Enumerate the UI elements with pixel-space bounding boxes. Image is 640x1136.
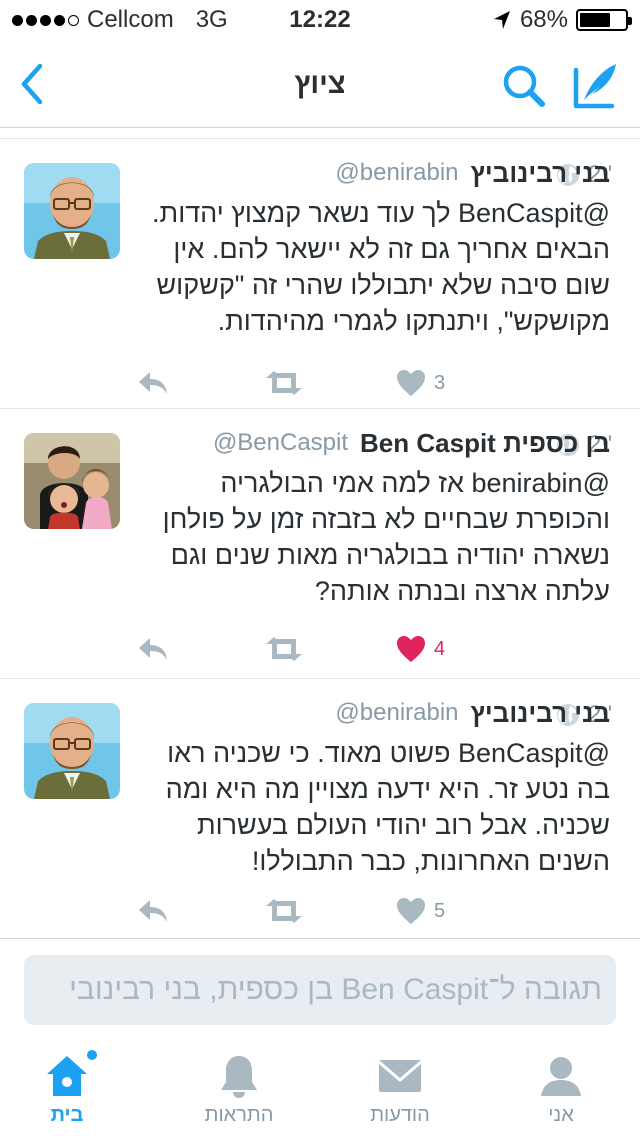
like-button[interactable]: 4	[396, 629, 445, 669]
tweet-actions: 3	[136, 363, 476, 403]
tweet-content: בן כספית Ben Caspit @BenCaspit @benirabi…	[134, 423, 610, 609]
tweet-thread: 2י' בני רבינוביץ @benirabin @BenCaspit ל…	[0, 128, 640, 940]
compose-quill-icon	[573, 64, 616, 109]
like-count: 4	[434, 637, 446, 660]
reply-button[interactable]	[136, 629, 170, 669]
location-arrow-icon	[493, 11, 510, 29]
user-handle[interactable]: @BenCaspit	[213, 429, 348, 457]
tab-label: אני	[548, 1104, 574, 1126]
display-name[interactable]: בן כספית Ben Caspit	[360, 428, 610, 459]
tab-label: הודעות	[370, 1104, 430, 1126]
tweet[interactable]: 2י' בן כספית Ben Caspit @BenCaspit @beni…	[0, 408, 640, 678]
retweet-button[interactable]	[264, 363, 304, 403]
retweet-icon	[266, 371, 302, 395]
tab-notifications[interactable]: התראות	[184, 1038, 294, 1136]
tab-label: בית	[50, 1104, 84, 1126]
search-button[interactable]	[500, 62, 548, 110]
reply-icon	[139, 900, 167, 922]
display-name[interactable]: בני רבינוביץ	[471, 158, 610, 189]
tweet-header: בני רבינוביץ @benirabin	[134, 153, 610, 193]
tweet-actions: 4	[136, 629, 476, 669]
avatar[interactable]	[24, 703, 120, 799]
retweet-icon	[266, 899, 302, 923]
avatar[interactable]	[24, 163, 120, 259]
retweet-button[interactable]	[264, 629, 304, 669]
home-icon	[43, 1050, 97, 1100]
avatar[interactable]	[24, 433, 120, 529]
search-icon	[503, 65, 545, 107]
reply-bar	[0, 938, 640, 1038]
tweet-header: בן כספית Ben Caspit @BenCaspit	[134, 423, 610, 463]
tab-me[interactable]: אני	[506, 1038, 616, 1136]
tab-bar: בית התראות הודעות אני	[0, 1038, 640, 1136]
tweet-text: @BenCaspit לך עוד נשאר קמצוץ יהדות. הבאי…	[152, 198, 610, 336]
compose-tweet-button[interactable]	[570, 60, 622, 112]
like-button[interactable]: 3	[396, 363, 445, 403]
retweet-icon	[266, 637, 302, 661]
reply-icon	[139, 638, 167, 660]
tweet-content: בני רבינוביץ @benirabin @BenCaspit לך עו…	[134, 153, 610, 339]
heart-icon	[397, 898, 425, 924]
tweet-text: @BenCaspit פשוט מאוד. כי שכניה ראו בה נט…	[165, 738, 610, 876]
tweet-text: @benirabin אז למה אמי הבולגריה והכופרת ש…	[162, 468, 610, 606]
like-count: 3	[434, 371, 446, 394]
like-button[interactable]: 5	[396, 891, 445, 931]
bell-icon	[215, 1052, 263, 1100]
heart-icon	[397, 370, 425, 396]
tweet-content: בני רבינוביץ @benirabin @BenCaspit פשוט …	[134, 693, 610, 879]
tweet[interactable]: 2י' בני רבינוביץ @benirabin @BenCaspit פ…	[0, 678, 640, 940]
reply-button[interactable]	[136, 891, 170, 931]
tweet[interactable]: 2י' בני רבינוביץ @benirabin @BenCaspit ל…	[0, 138, 640, 408]
heart-filled-icon	[397, 636, 425, 662]
user-handle[interactable]: @benirabin	[335, 159, 458, 187]
battery-percent: 68%	[519, 6, 568, 33]
tab-home[interactable]: בית	[12, 1038, 122, 1136]
notification-dot	[87, 1050, 97, 1060]
tab-messages[interactable]: הודעות	[345, 1038, 455, 1136]
status-bar: Cellcom 3G 12:22 68%	[0, 0, 640, 40]
tweet-header: בני רבינוביץ @benirabin	[134, 693, 610, 733]
status-right: 68%	[492, 6, 632, 34]
person-icon	[537, 1052, 585, 1100]
tweet-actions: 5	[136, 891, 476, 931]
retweet-button[interactable]	[264, 891, 304, 931]
envelope-icon	[376, 1052, 424, 1100]
reply-input[interactable]	[24, 955, 616, 1025]
display-name[interactable]: בני רבינוביץ	[471, 698, 610, 729]
tab-label: התראות	[204, 1104, 274, 1126]
reply-icon	[139, 372, 167, 394]
reply-button[interactable]	[136, 363, 170, 403]
battery-icon	[576, 9, 632, 31]
like-count: 5	[434, 899, 446, 922]
nav-bar: ציוץ	[0, 40, 640, 128]
user-handle[interactable]: @benirabin	[335, 699, 458, 727]
